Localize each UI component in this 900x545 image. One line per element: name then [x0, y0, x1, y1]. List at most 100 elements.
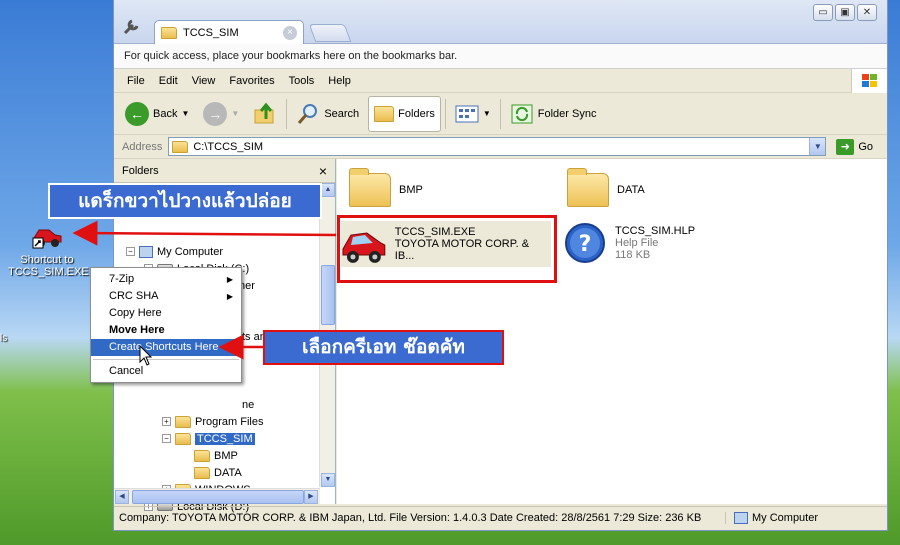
- scroll-right-icon[interactable]: ▶: [304, 490, 318, 504]
- menu-item-create-shortcuts-here[interactable]: Create Shortcuts Here: [91, 339, 241, 356]
- scroll-left-icon[interactable]: ◀: [115, 490, 129, 504]
- file-size: 118 KB: [615, 249, 651, 261]
- file-item-tccs-sim-exe[interactable]: TCCS_SIM.EXE TOYOTA MOTOR CORP. & IB...: [341, 221, 551, 267]
- up-folder-icon: [254, 102, 274, 123]
- folders-pane-header: Folders ×: [114, 159, 335, 183]
- desktop-edge-label: ls: [0, 333, 8, 344]
- scroll-thumb[interactable]: [132, 490, 304, 504]
- minimize-button[interactable]: ▭: [813, 4, 833, 21]
- menu-item-crc-sha[interactable]: CRC SHA ▶: [91, 288, 241, 305]
- file-item-data[interactable]: DATA: [567, 168, 645, 207]
- folder-icon: [172, 140, 189, 153]
- file-item-tccs-sim-hlp[interactable]: ? TCCS_SIM.HLP Help File 118 KB: [563, 221, 695, 265]
- menu-edit[interactable]: Edit: [152, 75, 185, 87]
- address-bar: Address C:\TCCS_SIM ▼ ➜ Go: [114, 135, 887, 159]
- toolbar: ← Back ▼ → ▼ Search Folders ▼ Folder Syn…: [114, 93, 887, 135]
- restore-button[interactable]: ▣: [835, 4, 855, 21]
- explorer-window: TCCS_SIM × ▭ ▣ ✕ For quick access, place…: [113, 0, 888, 531]
- car-shortcut-icon: [31, 218, 63, 250]
- up-button[interactable]: [248, 96, 282, 132]
- collapse-icon[interactable]: −: [162, 434, 171, 443]
- toolbar-separator: [499, 98, 501, 129]
- new-tab-button[interactable]: [308, 24, 352, 42]
- folder-icon: [175, 415, 191, 428]
- toolbar-separator: [444, 98, 446, 129]
- folder-sync-button[interactable]: Folder Sync: [505, 96, 602, 132]
- address-field[interactable]: C:\TCCS_SIM ▼: [168, 137, 827, 156]
- file-name: TCCS_SIM.HLP: [615, 225, 696, 237]
- views-dropdown-icon[interactable]: ▼: [483, 109, 491, 118]
- computer-icon: [139, 245, 153, 258]
- shortcut-label-line1: Shortcut to: [20, 254, 74, 266]
- help-file-icon: ?: [565, 223, 605, 263]
- search-icon: [298, 103, 318, 124]
- menu-view[interactable]: View: [185, 75, 223, 87]
- back-button[interactable]: ← Back ▼: [120, 96, 194, 132]
- submenu-arrow-icon: ▶: [226, 292, 233, 301]
- forward-dropdown-icon[interactable]: ▼: [231, 109, 239, 118]
- folders-pane-title: Folders: [122, 164, 159, 177]
- go-button[interactable]: ➜ Go: [836, 138, 874, 155]
- folders-label: Folders: [398, 107, 435, 120]
- close-window-button[interactable]: ✕: [857, 4, 877, 21]
- menu-item-cancel[interactable]: Cancel: [91, 363, 241, 380]
- menu-item-7zip[interactable]: 7-Zip ▶: [91, 271, 241, 288]
- folders-pane-close-icon[interactable]: ×: [319, 163, 327, 179]
- shortcut-label-line2: TCCS_SIM.EXE: [8, 266, 89, 278]
- status-location: My Computer: [726, 512, 818, 524]
- go-label: Go: [858, 140, 874, 153]
- folder-sync-icon: [511, 104, 533, 123]
- folders-button[interactable]: Folders: [368, 95, 441, 132]
- menu-help[interactable]: Help: [321, 75, 358, 87]
- menu-favorites[interactable]: Favorites: [222, 75, 281, 87]
- windows-logo-icon: [851, 69, 887, 93]
- file-name: DATA: [617, 184, 645, 196]
- tree-program-files[interactable]: + Program Files: [162, 413, 263, 430]
- open-folder-icon: [175, 432, 191, 445]
- file-name: BMP: [399, 184, 423, 196]
- scroll-down-icon[interactable]: ▼: [321, 473, 335, 487]
- search-button[interactable]: Search: [291, 96, 364, 132]
- go-arrow-icon: ➜: [836, 138, 855, 155]
- tree-label: Program Files: [195, 415, 264, 428]
- mouse-cursor-icon: [139, 345, 153, 366]
- file-type: Help File: [615, 237, 659, 249]
- tree-my-computer[interactable]: − My Computer: [126, 243, 223, 260]
- tab-close-icon[interactable]: ×: [283, 25, 297, 40]
- status-location-label: My Computer: [752, 512, 819, 524]
- tree-label: ne: [242, 398, 255, 411]
- tree-tccs-sim[interactable]: − TCCS_SIM: [162, 430, 255, 447]
- menu-item-move-here[interactable]: Move Here: [91, 322, 241, 339]
- file-item-bmp[interactable]: BMP: [349, 168, 423, 207]
- menu-bar: File Edit View Favorites Tools Help: [114, 69, 887, 93]
- tree-data[interactable]: DATA: [194, 464, 242, 481]
- views-button[interactable]: ▼: [450, 96, 496, 132]
- computer-icon: [734, 512, 748, 524]
- address-dropdown-icon[interactable]: ▼: [809, 138, 826, 155]
- forward-button[interactable]: → ▼: [198, 96, 244, 132]
- menu-file[interactable]: File: [120, 75, 152, 87]
- expand-icon[interactable]: +: [162, 417, 171, 426]
- scroll-thumb[interactable]: [321, 265, 335, 325]
- forward-arrow-icon: →: [203, 101, 228, 126]
- folders-horizontal-scrollbar[interactable]: ◀ ▶: [114, 488, 320, 504]
- svg-text:?: ?: [579, 232, 592, 257]
- menu-separator: [93, 359, 239, 360]
- file-company: TOYOTA MOTOR CORP. & IB...: [394, 238, 530, 262]
- wrench-icon[interactable]: [122, 18, 142, 36]
- status-bar: Company: TOYOTA MOTOR CORP. & IBM Japan,…: [114, 506, 887, 529]
- scroll-up-icon[interactable]: ▲: [321, 183, 335, 197]
- tree-home-folder[interactable]: ne: [242, 396, 254, 413]
- desktop-shortcut-tccs-sim[interactable]: Shortcut to TCCS_SIM.EXE: [8, 218, 89, 278]
- tab-strip: TCCS_SIM × ▭ ▣ ✕: [114, 0, 887, 44]
- context-menu: 7-Zip ▶ CRC SHA ▶ Copy Here Move Here Crea…: [90, 267, 242, 383]
- menu-item-copy-here[interactable]: Copy Here: [91, 305, 241, 322]
- status-info: Company: TOYOTA MOTOR CORP. & IBM Japan,…: [114, 512, 726, 524]
- tree-label: BMP: [214, 449, 238, 462]
- search-label: Search: [324, 107, 360, 120]
- collapse-icon[interactable]: −: [126, 247, 135, 256]
- tab-tccs-sim[interactable]: TCCS_SIM ×: [154, 20, 304, 44]
- back-dropdown-icon[interactable]: ▼: [181, 109, 189, 118]
- tree-bmp[interactable]: BMP: [194, 447, 238, 464]
- menu-tools[interactable]: Tools: [282, 75, 322, 87]
